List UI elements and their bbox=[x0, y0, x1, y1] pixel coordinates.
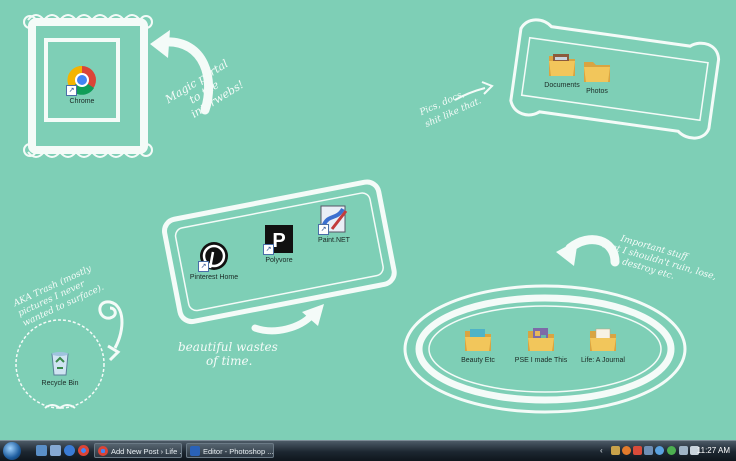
folder-icon bbox=[587, 323, 619, 355]
taskbar-clock[interactable]: 11:27 AM bbox=[697, 441, 730, 461]
tray-update-icon[interactable] bbox=[622, 446, 631, 455]
desktop-icon-recycle-bin[interactable]: Recycle Bin bbox=[32, 346, 88, 388]
internet-explorer-icon[interactable] bbox=[64, 445, 75, 456]
folder-icon bbox=[462, 323, 494, 355]
tray-shield-icon[interactable] bbox=[633, 446, 642, 455]
photoshop-icon bbox=[190, 446, 200, 456]
desktop-icon-pinterest[interactable]: ↗ Pinterest Home bbox=[186, 240, 242, 282]
folder-icon bbox=[525, 323, 557, 355]
shortcut-arrow-icon: ↗ bbox=[198, 261, 209, 272]
spiral-arrow bbox=[98, 300, 124, 349]
tray-chevron-icon[interactable]: ‹ bbox=[600, 446, 609, 455]
desktop-icon-pse[interactable]: PSE I made This bbox=[513, 323, 569, 365]
show-desktop-icon[interactable] bbox=[36, 445, 47, 456]
desktop-icon-photos[interactable]: Photos bbox=[569, 54, 625, 96]
shortcut-arrow-icon: ↗ bbox=[318, 224, 329, 235]
desktop-icon-beauty-etc[interactable]: Beauty Etc bbox=[450, 323, 506, 365]
taskbar: Add New Post › Life ... Editor - Photosh… bbox=[0, 440, 736, 461]
tray-network-icon[interactable] bbox=[679, 446, 688, 455]
start-button[interactable] bbox=[3, 442, 21, 460]
desktop-icon-life-journal[interactable]: Life: A Journal bbox=[575, 323, 631, 365]
tray-app-icon[interactable] bbox=[611, 446, 620, 455]
shortcut-arrow-icon: ↗ bbox=[263, 244, 274, 255]
taskbar-button-chrome[interactable]: Add New Post › Life ... bbox=[94, 443, 182, 458]
taskbar-button-photoshop[interactable]: Editor - Photoshop ... bbox=[186, 443, 274, 458]
pinterest-icon: ↗ bbox=[198, 240, 230, 272]
shortcut-arrow-icon: ↗ bbox=[66, 85, 77, 96]
chrome-icon bbox=[98, 446, 108, 456]
folder-icon bbox=[581, 54, 613, 86]
desktop-wallpaper-decorations bbox=[15, 14, 721, 414]
polyvore-icon: P ↗ bbox=[263, 223, 295, 255]
desktop-icon-polyvore[interactable]: P ↗ Polyvore bbox=[251, 223, 307, 265]
chrome-icon: ↗ bbox=[66, 64, 98, 96]
svg-text:P: P bbox=[272, 230, 285, 252]
chrome-quicklaunch-icon[interactable] bbox=[78, 445, 89, 456]
desktop-icon-paintnet[interactable]: ↗ Paint.NET bbox=[306, 203, 362, 245]
paint-net-icon: ↗ bbox=[318, 203, 350, 235]
recycle-bin-icon bbox=[44, 346, 76, 378]
tray-monitor-icon[interactable] bbox=[644, 446, 653, 455]
tray-messenger-icon[interactable] bbox=[655, 446, 664, 455]
desktop-icon-chrome[interactable]: ↗ Chrome bbox=[54, 64, 110, 106]
curved-arrow-middle bbox=[251, 311, 316, 335]
note-beautiful-wastes: beautiful wastes of time. bbox=[178, 340, 278, 368]
switch-windows-icon[interactable] bbox=[50, 445, 61, 456]
desktop[interactable]: Magic portal to the interwebs! Pics, doc… bbox=[0, 0, 736, 440]
tray-people-icon[interactable] bbox=[667, 446, 676, 455]
